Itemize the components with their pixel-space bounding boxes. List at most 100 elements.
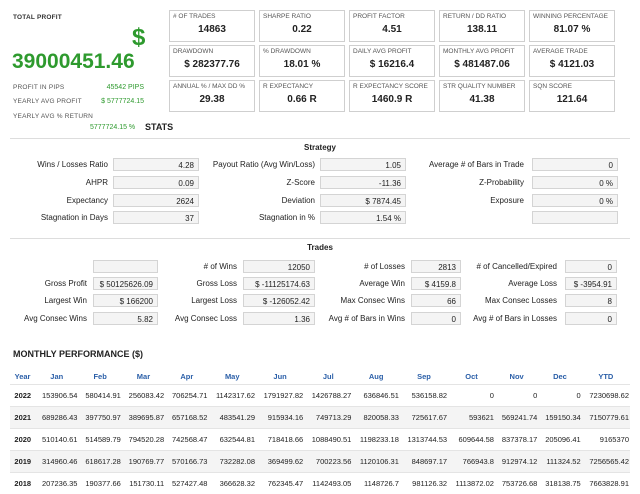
month-value-cell: 1142317.62	[208, 385, 256, 407]
month-value-cell: 207236.35	[35, 473, 78, 494]
month-value-cell: 1313744.53	[400, 429, 448, 451]
metric-label: % DRAWDOWN	[263, 48, 311, 55]
monthly-header-cell: Feb	[78, 368, 121, 385]
trades-label: # of Cancelled/Expired	[437, 262, 557, 271]
metric-box: SHARPE RATIO0.22	[259, 10, 345, 42]
monthly-header-cell: Jun	[256, 368, 304, 385]
metric-label: STR QUALITY NUMBER	[443, 83, 515, 90]
trades-label: Avg Consec Wins	[0, 314, 87, 323]
total-profit-value: 39000451.46	[12, 50, 135, 74]
metric-box: DAILY AVG PROFIT$ 16216.4	[349, 45, 435, 77]
month-value-cell: 1791927.82	[256, 385, 304, 407]
metric-value: 4.51	[350, 24, 434, 35]
month-value-cell: 369499.62	[256, 451, 304, 473]
month-value-cell: 848697.17	[400, 451, 448, 473]
month-value-cell: 762345.47	[256, 473, 304, 494]
total-profit-label: TOTAL PROFIT	[13, 14, 62, 21]
month-value-cell: 153906.54	[35, 385, 78, 407]
strategy-label: Payout Ratio (Avg Win/Loss)	[165, 160, 315, 169]
yearly-avg-profit-value: $ 5777724.15	[92, 98, 144, 105]
table-row: 2019314960.46618617.28190769.77570166.73…	[10, 451, 630, 473]
metric-value: 0.22	[260, 24, 344, 35]
strategy-value: 0	[532, 158, 618, 171]
metric-value: $ 282377.76	[170, 59, 254, 70]
month-value-cell: 1142493.05	[304, 473, 352, 494]
strategy-label: Deviation	[165, 196, 315, 205]
metric-box: % DRAWDOWN 18.01 %	[259, 45, 345, 77]
metric-box: RETURN / DD RATIO138.11	[439, 10, 525, 42]
month-value-cell: 837378.17	[495, 429, 538, 451]
metric-label: R EXPECTANCY SCORE	[353, 83, 428, 90]
strategy-label: Stagnation in Days	[0, 213, 108, 222]
month-value-cell: 483541.29	[208, 407, 256, 429]
monthly-header-cell: Sep	[400, 368, 448, 385]
month-value-cell: 527427.48	[165, 473, 208, 494]
month-value-cell: 0	[448, 385, 495, 407]
profit-pips-value: 45542 PIPS	[100, 84, 144, 91]
monthly-header-row: YearJanFebMarAprMayJunJulAugSepOctNovDec…	[10, 368, 630, 385]
table-row: 2021689286.43397750.97389695.87657168.52…	[10, 407, 630, 429]
month-value-cell: 536158.82	[400, 385, 448, 407]
month-value-cell: 915934.16	[256, 407, 304, 429]
year-cell: 2022	[10, 385, 35, 407]
month-value-cell: 569241.74	[495, 407, 538, 429]
month-value-cell: 151730.11	[122, 473, 165, 494]
yearly-avg-return-value: 5777724.15 %	[90, 124, 135, 131]
month-value-cell: 389695.87	[122, 407, 165, 429]
year-cell: 2020	[10, 429, 35, 451]
metric-box: DRAWDOWN$ 282377.76	[169, 45, 255, 77]
metric-value: 18.01 %	[260, 59, 344, 70]
monthly-header-cell: Aug	[352, 368, 400, 385]
month-value-cell: 0	[538, 385, 581, 407]
month-value-cell: 7150779.61	[582, 407, 630, 429]
metric-box: R EXPECTANCY0.66 R	[259, 80, 345, 112]
month-value-cell: 1426788.27	[304, 385, 352, 407]
month-value-cell: 190377.66	[78, 473, 121, 494]
divider	[10, 138, 630, 139]
metric-value: $ 4121.03	[530, 59, 614, 70]
month-value-cell: 7230698.62	[582, 385, 630, 407]
year-cell: 2021	[10, 407, 35, 429]
month-value-cell: 912974.12	[495, 451, 538, 473]
month-value-cell: 256083.42	[122, 385, 165, 407]
month-value-cell: 732282.08	[208, 451, 256, 473]
month-value-cell: 1088490.51	[304, 429, 352, 451]
month-value-cell: 657168.52	[165, 407, 208, 429]
month-value-cell: 706254.71	[165, 385, 208, 407]
month-value-cell: 618617.28	[78, 451, 121, 473]
month-value-cell: 159150.34	[538, 407, 581, 429]
trades-label: Avg Consec Loss	[117, 314, 237, 323]
metric-label: # OF TRADES	[173, 13, 216, 20]
metric-value: $ 16216.4	[350, 59, 434, 70]
month-value-cell: 700223.56	[304, 451, 352, 473]
month-value-cell: 820058.33	[352, 407, 400, 429]
strategy-label: Expectancy	[0, 196, 108, 205]
metric-value: 1460.9 R	[350, 94, 434, 105]
metric-box: # OF TRADES 14863	[169, 10, 255, 42]
metric-value: 138.11	[440, 24, 524, 35]
year-cell: 2018	[10, 473, 35, 494]
month-value-cell: 593621	[448, 407, 495, 429]
metric-box: PROFIT FACTOR4.51	[349, 10, 435, 42]
yearly-avg-return-label: YEARLY AVG % RETURN	[13, 113, 93, 120]
metric-value: 14863	[170, 24, 254, 35]
metric-label: R EXPECTANCY	[263, 83, 313, 90]
trades-label: Avg # of Bars in Wins	[285, 314, 405, 323]
monthly-table: YearJanFebMarAprMayJunJulAugSepOctNovDec…	[10, 368, 630, 494]
monthly-header-cell: Apr	[165, 368, 208, 385]
month-value-cell: 753726.68	[495, 473, 538, 494]
strategy-title: Strategy	[0, 143, 640, 152]
month-value-cell: 7663828.91	[582, 473, 630, 494]
trades-label: # of Wins	[117, 262, 237, 271]
month-value-cell: 1198233.18	[352, 429, 400, 451]
strategy-value: 0 %	[532, 176, 618, 189]
trades-label: Max Consec Wins	[285, 296, 405, 305]
strategy-label: Z-Score	[165, 178, 315, 187]
month-value-cell: 1120106.31	[352, 451, 400, 473]
month-value-cell: 632544.81	[208, 429, 256, 451]
strategy-label: Z-Probability	[374, 178, 524, 187]
month-value-cell: 1113872.02	[448, 473, 495, 494]
trades-label: # of Losses	[285, 262, 405, 271]
strategy-value: 0 %	[532, 194, 618, 207]
month-value-cell: 9165370	[582, 429, 630, 451]
